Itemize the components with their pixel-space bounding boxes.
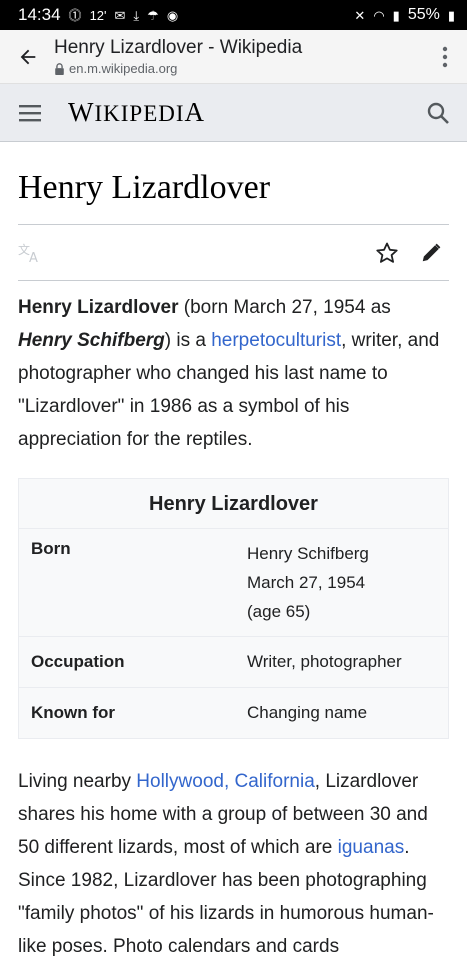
more-vert-icon — [442, 46, 448, 67]
mute-icon: ✕ — [354, 7, 366, 23]
star-outline-icon — [376, 242, 398, 263]
wifi-icon: ◠ — [373, 7, 385, 23]
lock-icon — [55, 62, 64, 75]
infobox-row-occupation: Occupation Writer, photographer — [19, 637, 448, 688]
infobox-value: Changing name — [247, 703, 368, 722]
svg-text:A: A — [29, 251, 38, 264]
watch-button[interactable] — [369, 235, 405, 271]
link-herpetoculturist[interactable]: herpetoculturist — [211, 330, 341, 351]
search-icon — [427, 102, 449, 124]
infobox-row-known-for: Known for Changing name — [19, 688, 448, 738]
download-icon: ⤓ — [133, 7, 140, 23]
arrow-left-icon — [20, 49, 36, 64]
infobox-value: Writer, photographer — [247, 652, 402, 671]
search-button[interactable] — [421, 96, 455, 130]
infobox-value: Henry Schifberg March 27, 1954 (age 65) — [247, 539, 436, 626]
born-name: Henry Schifberg — [247, 544, 369, 563]
infobox-title: Henry Lizardlover — [19, 479, 448, 529]
infobox-label: Born — [31, 539, 71, 558]
clock: 14:34 — [18, 5, 61, 24]
translate-icon: 文A — [18, 242, 38, 264]
weather-icon: ☂ — [147, 7, 159, 23]
battery-icon: ▮ — [447, 7, 455, 23]
link-hollywood[interactable]: Hollywood, California — [136, 771, 314, 792]
signal-icon: ▮ — [392, 7, 400, 23]
back-button[interactable] — [10, 39, 46, 75]
born-age: (age 65) — [247, 602, 311, 621]
infobox-row-born: Born Henry Schifberg March 27, 1954 (age… — [19, 529, 448, 637]
birth-name: Henry Schifberg — [18, 330, 165, 351]
link-iguanas[interactable]: iguanas — [338, 837, 405, 858]
address-bar[interactable]: Henry Lizardlover - Wikipedia en.m.wikip… — [46, 37, 433, 76]
hamburger-icon — [19, 104, 41, 121]
page-actions: 文A — [18, 225, 449, 281]
page-title: Henry Lizardlover — [18, 142, 449, 225]
menu-button[interactable] — [16, 99, 44, 127]
url-text: en.m.wikipedia.org — [69, 61, 178, 76]
browser-toolbar: Henry Lizardlover - Wikipedia en.m.wikip… — [0, 30, 467, 84]
mail-icon: ✉ — [114, 7, 126, 23]
born-date: March 27, 1954 — [247, 573, 366, 592]
lead-text-2: ) is a — [164, 330, 212, 351]
article-content: Henry Lizardlover 文A Henry Lizardlover (… — [0, 142, 467, 960]
body-text-1: Living nearby — [18, 771, 137, 792]
alarm-icon: ⓵ — [68, 7, 82, 23]
wiki-header: WIKIPEDIA — [0, 84, 467, 142]
logo-middle: IKIPEDI — [94, 101, 185, 126]
infobox-label: Known for — [31, 703, 116, 722]
infobox-label: Occupation — [31, 652, 125, 671]
lead-paragraph: Henry Lizardlover (born March 27, 1954 a… — [18, 291, 449, 456]
subject-name: Henry Lizardlover — [18, 297, 179, 318]
notification-badge: 12' — [89, 7, 107, 23]
camera-icon: ◉ — [166, 7, 179, 23]
language-button[interactable]: 文A — [18, 235, 54, 271]
edit-button[interactable] — [413, 235, 449, 271]
wikipedia-logo[interactable]: WIKIPEDIA — [44, 97, 421, 128]
lead-text-1: (born March 27, 1954 as — [178, 297, 391, 318]
logo-last-letter: A — [184, 97, 206, 127]
battery-percent: 55% — [407, 6, 440, 23]
status-bar: 14:34 ⓵ 12' ✉ ⤓ ☂ ◉ ✕ ◠ ▮ 55% ▮ — [0, 0, 467, 30]
infobox: Henry Lizardlover Born Henry Schifberg M… — [18, 478, 449, 739]
tab-title: Henry Lizardlover - Wikipedia — [54, 37, 303, 58]
body-paragraph: Living nearby Hollywood, California, Liz… — [18, 765, 449, 960]
pencil-icon — [422, 243, 441, 261]
logo-first-letter: W — [68, 97, 95, 127]
browser-menu-button[interactable] — [433, 39, 457, 75]
